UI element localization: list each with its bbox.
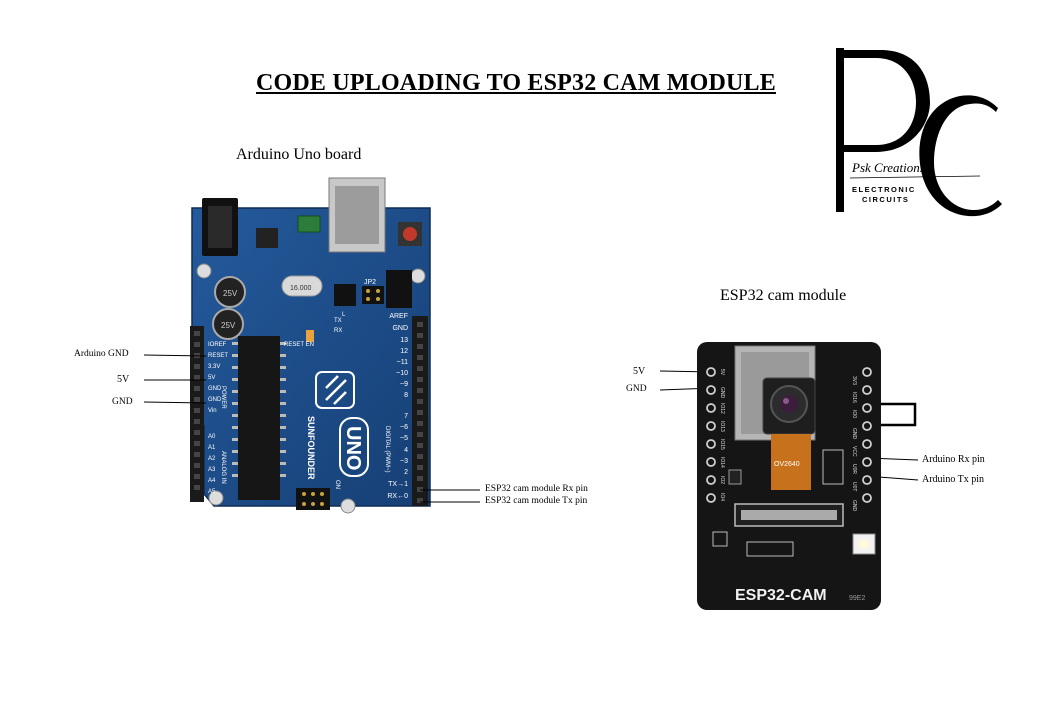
label-arduino-rx-pin: Arduino Rx pin <box>922 454 985 465</box>
svg-text:U0T: U0T <box>851 482 857 491</box>
svg-text:IO0: IO0 <box>851 410 857 418</box>
label-esp-gnd: GND <box>626 384 647 394</box>
label-arduino-gnd: Arduino GND <box>74 349 129 359</box>
svg-text:VCC: VCC <box>851 446 857 457</box>
svg-text:IO14: IO14 <box>719 457 725 468</box>
svg-text:3V3: 3V3 <box>851 376 857 385</box>
svg-text:GND: GND <box>851 500 857 512</box>
svg-text:5V: 5V <box>719 369 725 376</box>
esp32-cam-board: OV2640 5V GND IO12 IO13 IO15 IO14 IO2 IO… <box>697 342 881 610</box>
svg-text:IO15: IO15 <box>719 439 725 450</box>
svg-text:IO16: IO16 <box>851 392 857 403</box>
label-esp-tx-pin: ESP32 cam module Tx pin <box>485 496 588 506</box>
label-uno-gnd: GND <box>112 397 133 407</box>
label-esp-rx-pin: ESP32 cam module Rx pin <box>485 484 588 494</box>
svg-text:99E2: 99E2 <box>849 595 865 602</box>
svg-text:GND: GND <box>719 387 725 399</box>
svg-text:GND: GND <box>851 428 857 440</box>
uno-leader-lines <box>143 354 919 503</box>
svg-text:OV2640: OV2640 <box>774 461 800 468</box>
svg-text:IO4: IO4 <box>719 493 725 501</box>
svg-text:U0R: U0R <box>851 464 857 474</box>
svg-text:IO13: IO13 <box>719 421 725 432</box>
label-uno-5v: 5V <box>117 374 130 385</box>
svg-text:ESP32-CAM: ESP32-CAM <box>735 587 827 604</box>
svg-text:IO12: IO12 <box>719 403 725 414</box>
label-arduino-tx-pin: Arduino Tx pin <box>922 474 985 485</box>
label-esp-5v: 5V <box>633 366 646 377</box>
svg-text:IO2: IO2 <box>719 476 725 484</box>
